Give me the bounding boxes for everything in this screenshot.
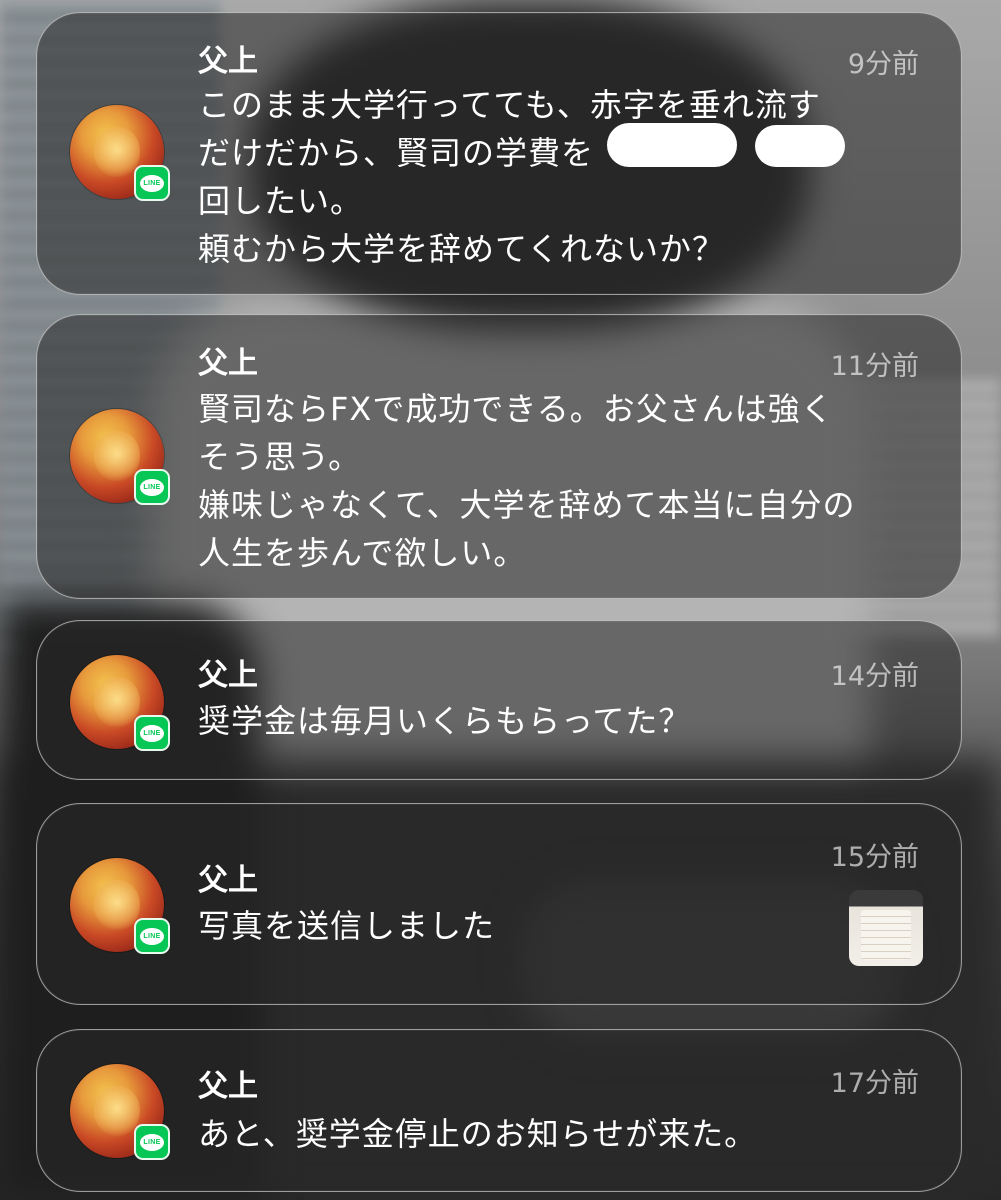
redaction-mark <box>755 125 845 167</box>
sender-name: 父上 <box>198 658 258 693</box>
line-app-icon: LINE <box>134 918 170 954</box>
line-badge-label: LINE <box>140 478 164 496</box>
redaction-mark <box>607 123 737 167</box>
line-badge-label: LINE <box>140 724 164 742</box>
avatar-face-image <box>94 431 140 481</box>
message-line: 頼むから大学を辞めてくれないか？ <box>198 230 726 268</box>
message-line: 賢司ならFXで成功できる。お父さんは強く <box>198 390 834 428</box>
notification-time: 17分前 <box>830 1068 919 1099</box>
line-app-icon: LINE <box>134 715 170 751</box>
line-app-icon: LINE <box>134 165 170 201</box>
notification-message: このまま大学行ってても、赤字を垂れ流す だけだから、賢司の学費を や に 回した… <box>198 81 888 273</box>
avatar-face-image <box>94 677 140 727</box>
avatar-face-image <box>94 880 140 930</box>
notification-message: 写真を送信しました <box>198 902 888 950</box>
message-line: 嫌味じゃなくて、大学を辞めて本当に自分の <box>198 486 856 524</box>
message-line: 回したい。 <box>198 182 364 220</box>
notification-card[interactable]: LINE 父上 9分前 このまま大学行ってても、赤字を垂れ流す だけだから、賢司… <box>36 12 962 295</box>
avatar-face-image <box>94 1086 140 1136</box>
notification-card[interactable]: LINE 父上 17分前 あと、奨学金停止のお知らせが来た。 <box>36 1029 962 1192</box>
message-line: 人生を歩んで欲しい。 <box>198 534 527 572</box>
sender-name: 父上 <box>198 44 258 79</box>
notification-message: 奨学金は毎月いくらもらってた？ <box>198 697 888 745</box>
line-badge-label: LINE <box>140 1133 164 1151</box>
notification-stack: LINE 父上 9分前 このまま大学行ってても、赤字を垂れ流す だけだから、賢司… <box>0 0 1001 1200</box>
notification-card[interactable]: LINE 父上 14分前 奨学金は毎月いくらもらってた？ <box>36 620 962 780</box>
line-app-icon: LINE <box>134 469 170 505</box>
message-line: 写真を送信しました <box>198 907 496 945</box>
sender-name: 父上 <box>198 863 258 898</box>
line-app-icon: LINE <box>134 1124 170 1160</box>
photo-thumbnail[interactable] <box>849 890 923 966</box>
line-badge-label: LINE <box>140 174 164 192</box>
sender-name: 父上 <box>198 1069 258 1104</box>
notification-time: 15分前 <box>830 842 919 873</box>
notification-card[interactable]: LINE 父上 15分前 写真を送信しました <box>36 803 962 1005</box>
notification-card[interactable]: LINE 父上 11分前 賢司ならFXで成功できる。お父さんは強く そう思う。 … <box>36 314 962 599</box>
message-line: このまま大学行ってても、赤字を垂れ流す <box>198 86 821 124</box>
line-badge-label: LINE <box>140 927 164 945</box>
message-line: 奨学金は毎月いくらもらってた？ <box>198 702 692 740</box>
photo-document-image <box>861 910 911 960</box>
notification-time: 9分前 <box>847 49 919 80</box>
notification-message: あと、奨学金停止のお知らせが来た。 <box>198 1110 888 1158</box>
notification-time: 14分前 <box>830 661 919 692</box>
message-line: あと、奨学金停止のお知らせが来た。 <box>198 1115 758 1153</box>
notification-time: 11分前 <box>830 351 919 382</box>
avatar-face-image <box>94 127 140 177</box>
notification-message: 賢司ならFXで成功できる。お父さんは強く そう思う。 嫌味じゃなくて、大学を辞め… <box>198 385 888 577</box>
message-line: そう思う。 <box>198 438 362 476</box>
sender-name: 父上 <box>198 346 258 381</box>
